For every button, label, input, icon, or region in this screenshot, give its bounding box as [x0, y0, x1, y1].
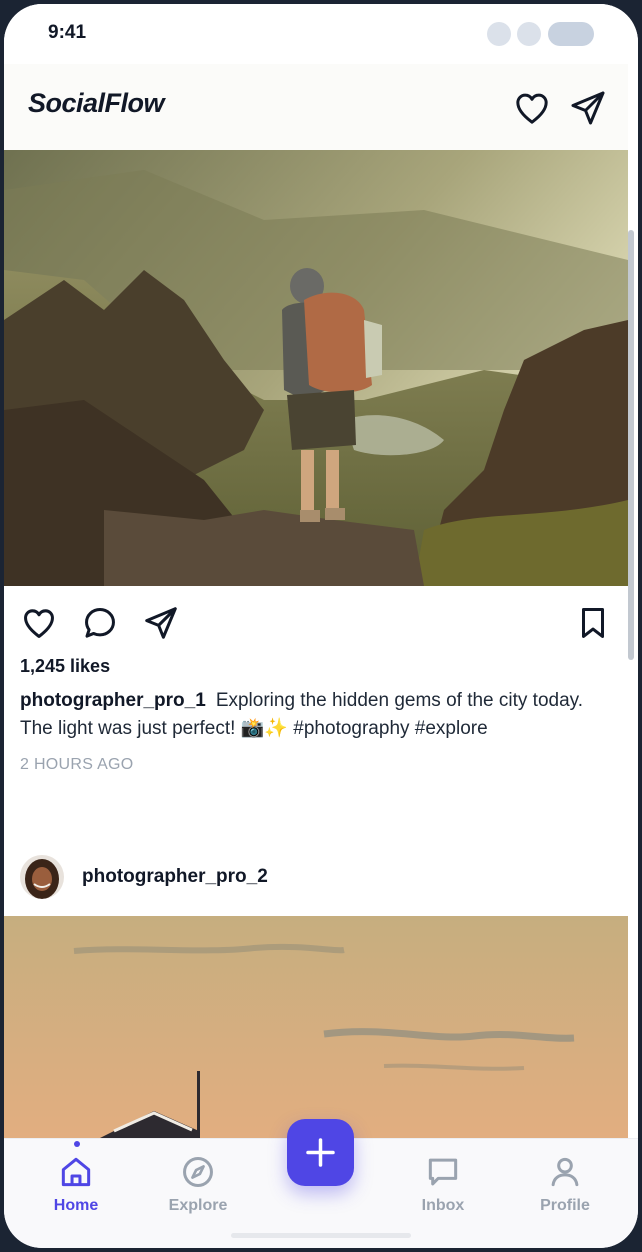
wifi-icon — [517, 22, 541, 46]
home-indicator — [231, 1233, 411, 1238]
tab-explore[interactable]: Explore — [143, 1149, 253, 1219]
battery-icon — [548, 22, 594, 46]
app-logo: SocialFlow — [28, 88, 165, 118]
active-tab-indicator — [74, 1141, 80, 1147]
share-send-icon[interactable] — [142, 604, 180, 642]
app-header: SocialFlow — [4, 64, 628, 150]
post-actions — [4, 586, 628, 660]
tab-label: Inbox — [421, 1197, 465, 1214]
chat-icon — [428, 1158, 458, 1186]
post-timestamp: 2 HOURS AGO — [20, 756, 134, 773]
plus-icon — [306, 1138, 335, 1167]
post-photo[interactable] — [4, 916, 628, 1146]
compass-icon — [183, 1157, 213, 1187]
post-caption: photographer_pro_1 Exploring the hidden g… — [20, 687, 610, 743]
like-heart-icon[interactable] — [20, 604, 58, 642]
bookmark-icon[interactable] — [574, 604, 612, 642]
status-time: 9:41 — [48, 22, 87, 43]
avatar[interactable] — [20, 855, 64, 899]
heart-icon[interactable] — [512, 88, 552, 128]
tab-inbox[interactable]: Inbox — [388, 1149, 498, 1219]
status-bar: 9:41 — [4, 4, 638, 64]
phone-frame: 9:41 SocialFlow 1,245 likes photographer… — [4, 4, 638, 1248]
comment-icon[interactable] — [81, 604, 119, 642]
post-header: photographer_pro_2 — [4, 852, 628, 904]
tab-label: Profile — [540, 1197, 590, 1214]
user-icon — [551, 1157, 579, 1187]
home-icon — [61, 1157, 91, 1187]
tab-profile[interactable]: Profile — [510, 1149, 620, 1219]
tab-label: Home — [53, 1197, 99, 1214]
create-post-button[interactable] — [287, 1119, 354, 1186]
caption-username[interactable]: photographer_pro_1 — [20, 690, 206, 711]
scrollbar[interactable] — [628, 230, 634, 660]
tab-home[interactable]: Home — [21, 1149, 131, 1219]
tab-label: Explore — [168, 1197, 228, 1214]
signal-icon — [487, 22, 511, 46]
post-username[interactable]: photographer_pro_2 — [82, 866, 268, 888]
send-icon[interactable] — [568, 88, 608, 128]
likes-count[interactable]: 1,245 likes — [20, 656, 110, 677]
post-photo[interactable] — [4, 150, 628, 586]
